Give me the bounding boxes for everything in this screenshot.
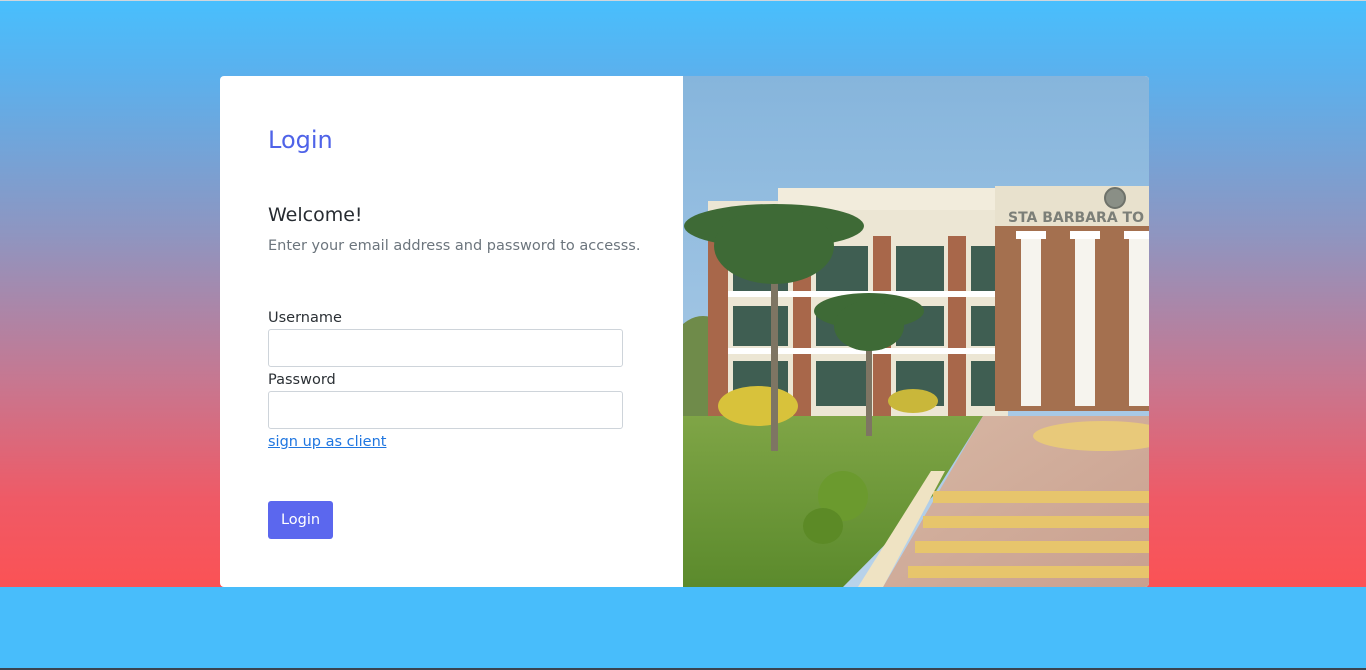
building-photo: STA BARBARA TO <box>683 76 1149 587</box>
signup-link[interactable]: sign up as client <box>268 432 386 452</box>
username-input[interactable] <box>268 329 623 367</box>
building-sign-text: STA BARBARA TO <box>1008 210 1144 226</box>
username-label: Username <box>268 310 342 326</box>
login-form-panel: Login Welcome! Enter your email address … <box>220 76 683 587</box>
login-button[interactable]: Login <box>268 501 333 539</box>
page-title: Login <box>268 126 333 154</box>
welcome-subtitle: Enter your email address and password to… <box>268 238 641 254</box>
password-label: Password <box>268 372 336 388</box>
welcome-heading: Welcome! <box>268 204 363 226</box>
password-input[interactable] <box>268 391 623 429</box>
login-card: Login Welcome! Enter your email address … <box>220 76 1149 587</box>
